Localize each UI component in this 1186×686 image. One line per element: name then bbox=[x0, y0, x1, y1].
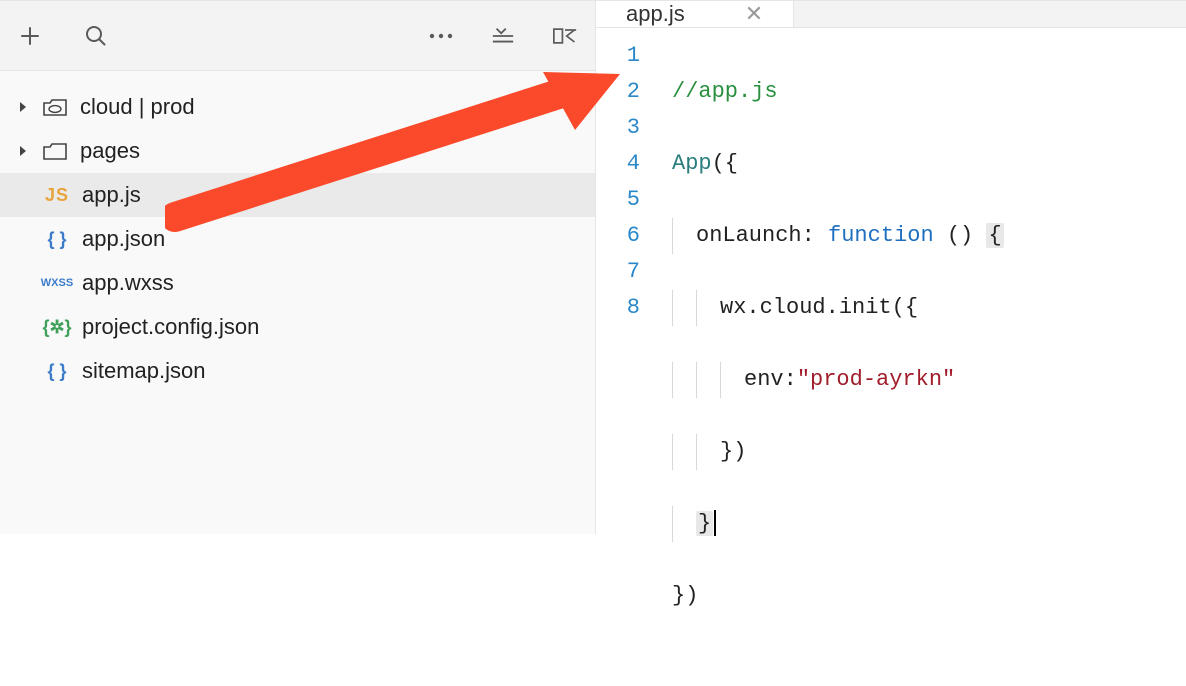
tree-item-label: sitemap.json bbox=[82, 358, 206, 384]
panel-collapse-icon bbox=[553, 25, 577, 47]
tree-file-app-json[interactable]: { } app.json bbox=[0, 217, 595, 261]
tree-item-label: cloud | prod bbox=[80, 94, 195, 120]
line-number: 5 bbox=[596, 182, 640, 218]
line-number: 8 bbox=[596, 290, 640, 326]
search-button[interactable] bbox=[84, 24, 108, 48]
tree-item-label: pages bbox=[80, 138, 140, 164]
code-token: "prod-ayrkn" bbox=[797, 367, 955, 392]
more-button[interactable] bbox=[429, 24, 453, 48]
line-number: 6 bbox=[596, 218, 640, 254]
code-token: } bbox=[696, 511, 713, 536]
collapse-icon bbox=[491, 26, 515, 46]
tree-file-app-js[interactable]: JS app.js bbox=[0, 173, 595, 217]
code-token: }) bbox=[720, 439, 746, 464]
toggle-panel-button[interactable] bbox=[553, 24, 577, 48]
tree-item-label: app.js bbox=[82, 182, 141, 208]
code-token: : bbox=[784, 367, 797, 392]
editor-tabbar: app.js ✕ bbox=[596, 1, 1186, 28]
code-token: wx.cloud.init({ bbox=[720, 295, 918, 320]
code-token: }) bbox=[672, 583, 698, 608]
code-editor[interactable]: 1 2 3 4 5 6 7 8 //app.js App({ onLaunch:… bbox=[596, 28, 1186, 686]
tree-file-project-config[interactable]: {✲} project.config.json bbox=[0, 305, 595, 349]
tree-folder-cloud[interactable]: cloud | prod bbox=[0, 85, 595, 129]
code-token: () bbox=[934, 223, 987, 248]
line-number: 2 bbox=[596, 74, 640, 110]
tab-app-js[interactable]: app.js ✕ bbox=[596, 1, 794, 27]
js-file-icon: JS bbox=[42, 185, 72, 206]
tree-file-app-wxss[interactable]: WXSS app.wxss bbox=[0, 261, 595, 305]
wxss-file-icon: WXSS bbox=[42, 277, 72, 289]
code-token: App bbox=[672, 151, 712, 176]
close-icon[interactable]: ✕ bbox=[745, 1, 763, 27]
chevron-right-icon bbox=[18, 144, 30, 158]
text-cursor bbox=[714, 510, 716, 536]
new-file-button[interactable] bbox=[18, 24, 42, 48]
code-token: function bbox=[828, 223, 934, 248]
code-lines[interactable]: //app.js App({ onLaunch: function () { w… bbox=[652, 38, 1186, 686]
tree-item-label: project.config.json bbox=[82, 314, 259, 340]
search-icon bbox=[85, 25, 107, 47]
tab-label: app.js bbox=[626, 1, 685, 27]
code-token: onLaunch bbox=[696, 223, 802, 248]
plus-icon bbox=[19, 25, 41, 47]
tree-item-label: app.json bbox=[82, 226, 165, 252]
json-file-icon: { } bbox=[42, 229, 72, 250]
tree-folder-pages[interactable]: pages bbox=[0, 129, 595, 173]
json-file-icon: { } bbox=[42, 361, 72, 382]
line-number: 1 bbox=[596, 38, 640, 74]
code-token: : bbox=[802, 223, 828, 248]
code-token: //app.js bbox=[672, 79, 778, 104]
code-token: { bbox=[986, 223, 1003, 248]
file-tree: cloud | prod pages JS app.js { } app.jso… bbox=[0, 71, 595, 534]
folder-icon bbox=[40, 141, 70, 161]
line-number: 7 bbox=[596, 254, 640, 290]
cloud-folder-icon bbox=[40, 97, 70, 117]
editor-panel: app.js ✕ 1 2 3 4 5 6 7 8 //app.js App({ … bbox=[596, 1, 1186, 534]
code-token: env bbox=[744, 367, 784, 392]
config-file-icon: {✲} bbox=[42, 317, 72, 338]
chevron-right-icon bbox=[18, 100, 30, 114]
code-token: ({ bbox=[712, 151, 738, 176]
explorer-toolbar bbox=[0, 1, 595, 71]
tree-file-sitemap-json[interactable]: { } sitemap.json bbox=[0, 349, 595, 393]
tree-item-label: app.wxss bbox=[82, 270, 174, 296]
collapse-all-button[interactable] bbox=[491, 24, 515, 48]
line-number: 3 bbox=[596, 110, 640, 146]
ellipsis-icon bbox=[429, 32, 453, 40]
file-explorer-panel: cloud | prod pages JS app.js { } app.jso… bbox=[0, 1, 596, 534]
line-number: 4 bbox=[596, 146, 640, 182]
line-gutter: 1 2 3 4 5 6 7 8 bbox=[596, 38, 652, 686]
